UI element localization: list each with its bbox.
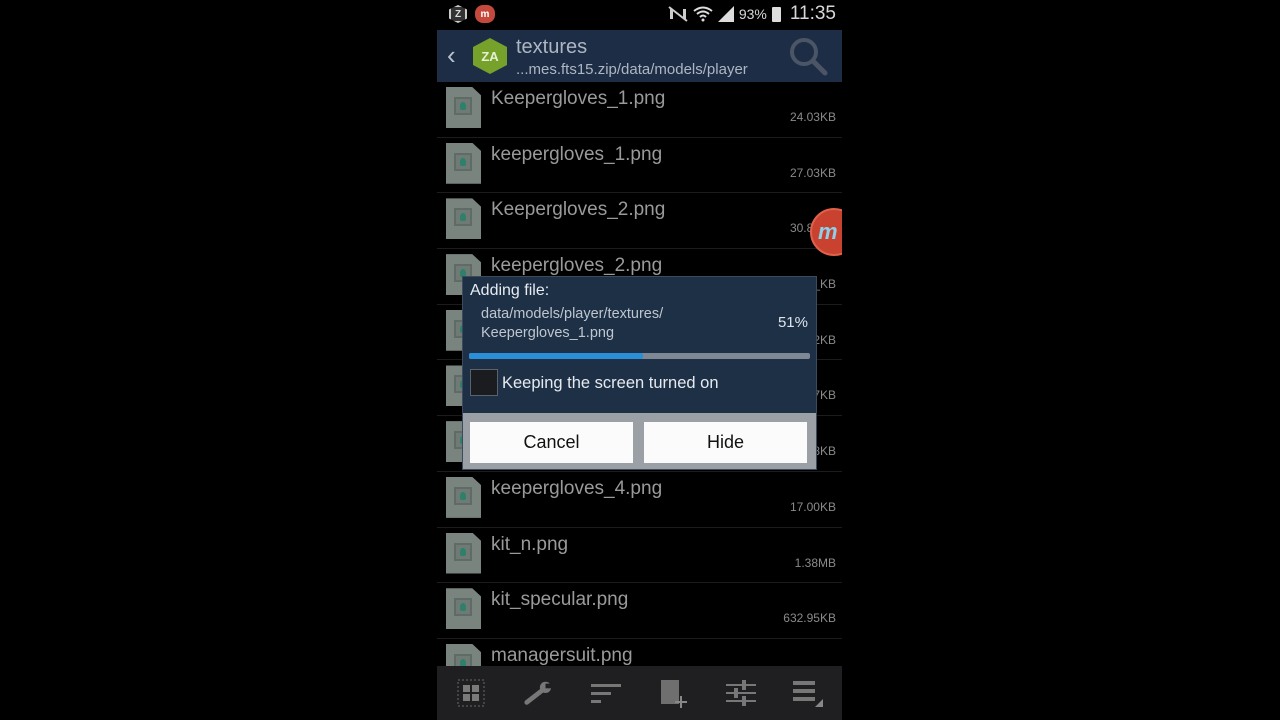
- cancel-button[interactable]: Cancel: [470, 422, 633, 463]
- file-size: 7KB: [813, 388, 836, 403]
- dialog-file-path: data/models/player/textures/ Keeperglove…: [481, 305, 721, 343]
- filter-settings-icon[interactable]: [725, 678, 756, 708]
- menu-icon[interactable]: [793, 678, 824, 708]
- zarchiver-logo: ZA: [473, 38, 507, 74]
- dialog-button-bar: Cancel Hide: [463, 413, 816, 469]
- tools-wrench-icon[interactable]: [523, 678, 554, 708]
- search-icon[interactable]: [788, 36, 828, 76]
- file-name: managersuit.png: [491, 644, 633, 666]
- file-size: 27.03KB: [789, 165, 836, 180]
- file-list-item[interactable]: kit_specular.png 632.95KB: [437, 583, 842, 639]
- battery-icon: [771, 6, 781, 22]
- action-bar: ‹ ZA textures ...mes.fts15.zip/data/mode…: [437, 30, 842, 82]
- file-size: 2KB: [813, 332, 836, 347]
- progress-bar-fill: [469, 353, 643, 359]
- file-name: keepergloves_2.png: [491, 255, 663, 277]
- file-list-item[interactable]: keepergloves_4.png 17.00KB: [437, 472, 842, 528]
- status-bar: Z m 93% 11:35: [437, 0, 842, 30]
- signal-icon: [717, 6, 734, 22]
- file-size: 8KB: [813, 444, 836, 459]
- new-file-icon[interactable]: [658, 678, 688, 708]
- mute-vibrate-icon: [668, 6, 688, 22]
- progress-bar: [469, 353, 810, 359]
- progress-percent: 51%: [777, 314, 808, 331]
- image-file-icon: [446, 532, 481, 574]
- image-file-icon: [446, 476, 481, 518]
- zarchiver-notification-icon: Z: [449, 5, 467, 23]
- keep-screen-on-label[interactable]: Keeping the screen turned on: [502, 374, 719, 393]
- file-list-item[interactable]: kit_n.png 1.38MB: [437, 528, 842, 584]
- file-size: 24.03KB: [789, 110, 836, 124]
- file-list-item[interactable]: Keepergloves_2.png30.8_KB: [437, 193, 842, 250]
- battery-percent: 93%: [738, 6, 767, 22]
- mobizen-notification-icon: m: [475, 5, 495, 23]
- folder-path: ...mes.fts15.zip/data/models/player: [516, 61, 748, 78]
- file-size: 17.00KB: [789, 499, 836, 514]
- wifi-icon: [693, 6, 713, 22]
- file-name: Keepergloves_1.png: [491, 88, 666, 109]
- adding-file-dialog: Adding file: data/models/player/textures…: [463, 277, 816, 469]
- clock: 11:35: [789, 3, 836, 24]
- file-size: 632.95KB: [783, 611, 836, 626]
- sort-icon[interactable]: [590, 678, 621, 708]
- file-name: keepergloves_4.png: [491, 477, 663, 499]
- file-name: keepergloves_1.png: [491, 143, 663, 165]
- image-file-icon: [446, 588, 481, 630]
- file-list-item[interactable]: Keepergloves_1.png 24.03KB: [437, 82, 842, 138]
- image-file-icon: [446, 142, 481, 184]
- dialog-path-line2: Keepergloves_1.png: [481, 325, 615, 341]
- dialog-title: Adding file:: [470, 282, 550, 299]
- file-list-item[interactable]: keepergloves_1.png 27.03KB: [437, 138, 842, 194]
- phone-screen: Z m 93% 11:35 ‹ ZA textures ...mes.fts15…: [437, 0, 842, 720]
- image-file-icon: [446, 198, 481, 240]
- file-name: kit_n.png: [491, 533, 569, 555]
- file-name: Keepergloves_2.png: [491, 199, 666, 221]
- file-size: 1.38MB: [794, 555, 836, 570]
- folder-title: textures: [516, 36, 588, 58]
- file-name: kit_specular.png: [491, 589, 629, 611]
- dialog-path-line1: data/models/player/textures/: [481, 306, 664, 322]
- select-grid-icon[interactable]: [456, 678, 486, 708]
- image-file-icon: [446, 87, 481, 128]
- keep-screen-on-checkbox[interactable]: [470, 369, 498, 396]
- bottom-toolbar: [437, 666, 842, 720]
- hide-button[interactable]: Hide: [644, 422, 807, 463]
- chevron-left-icon[interactable]: ‹: [447, 40, 456, 71]
